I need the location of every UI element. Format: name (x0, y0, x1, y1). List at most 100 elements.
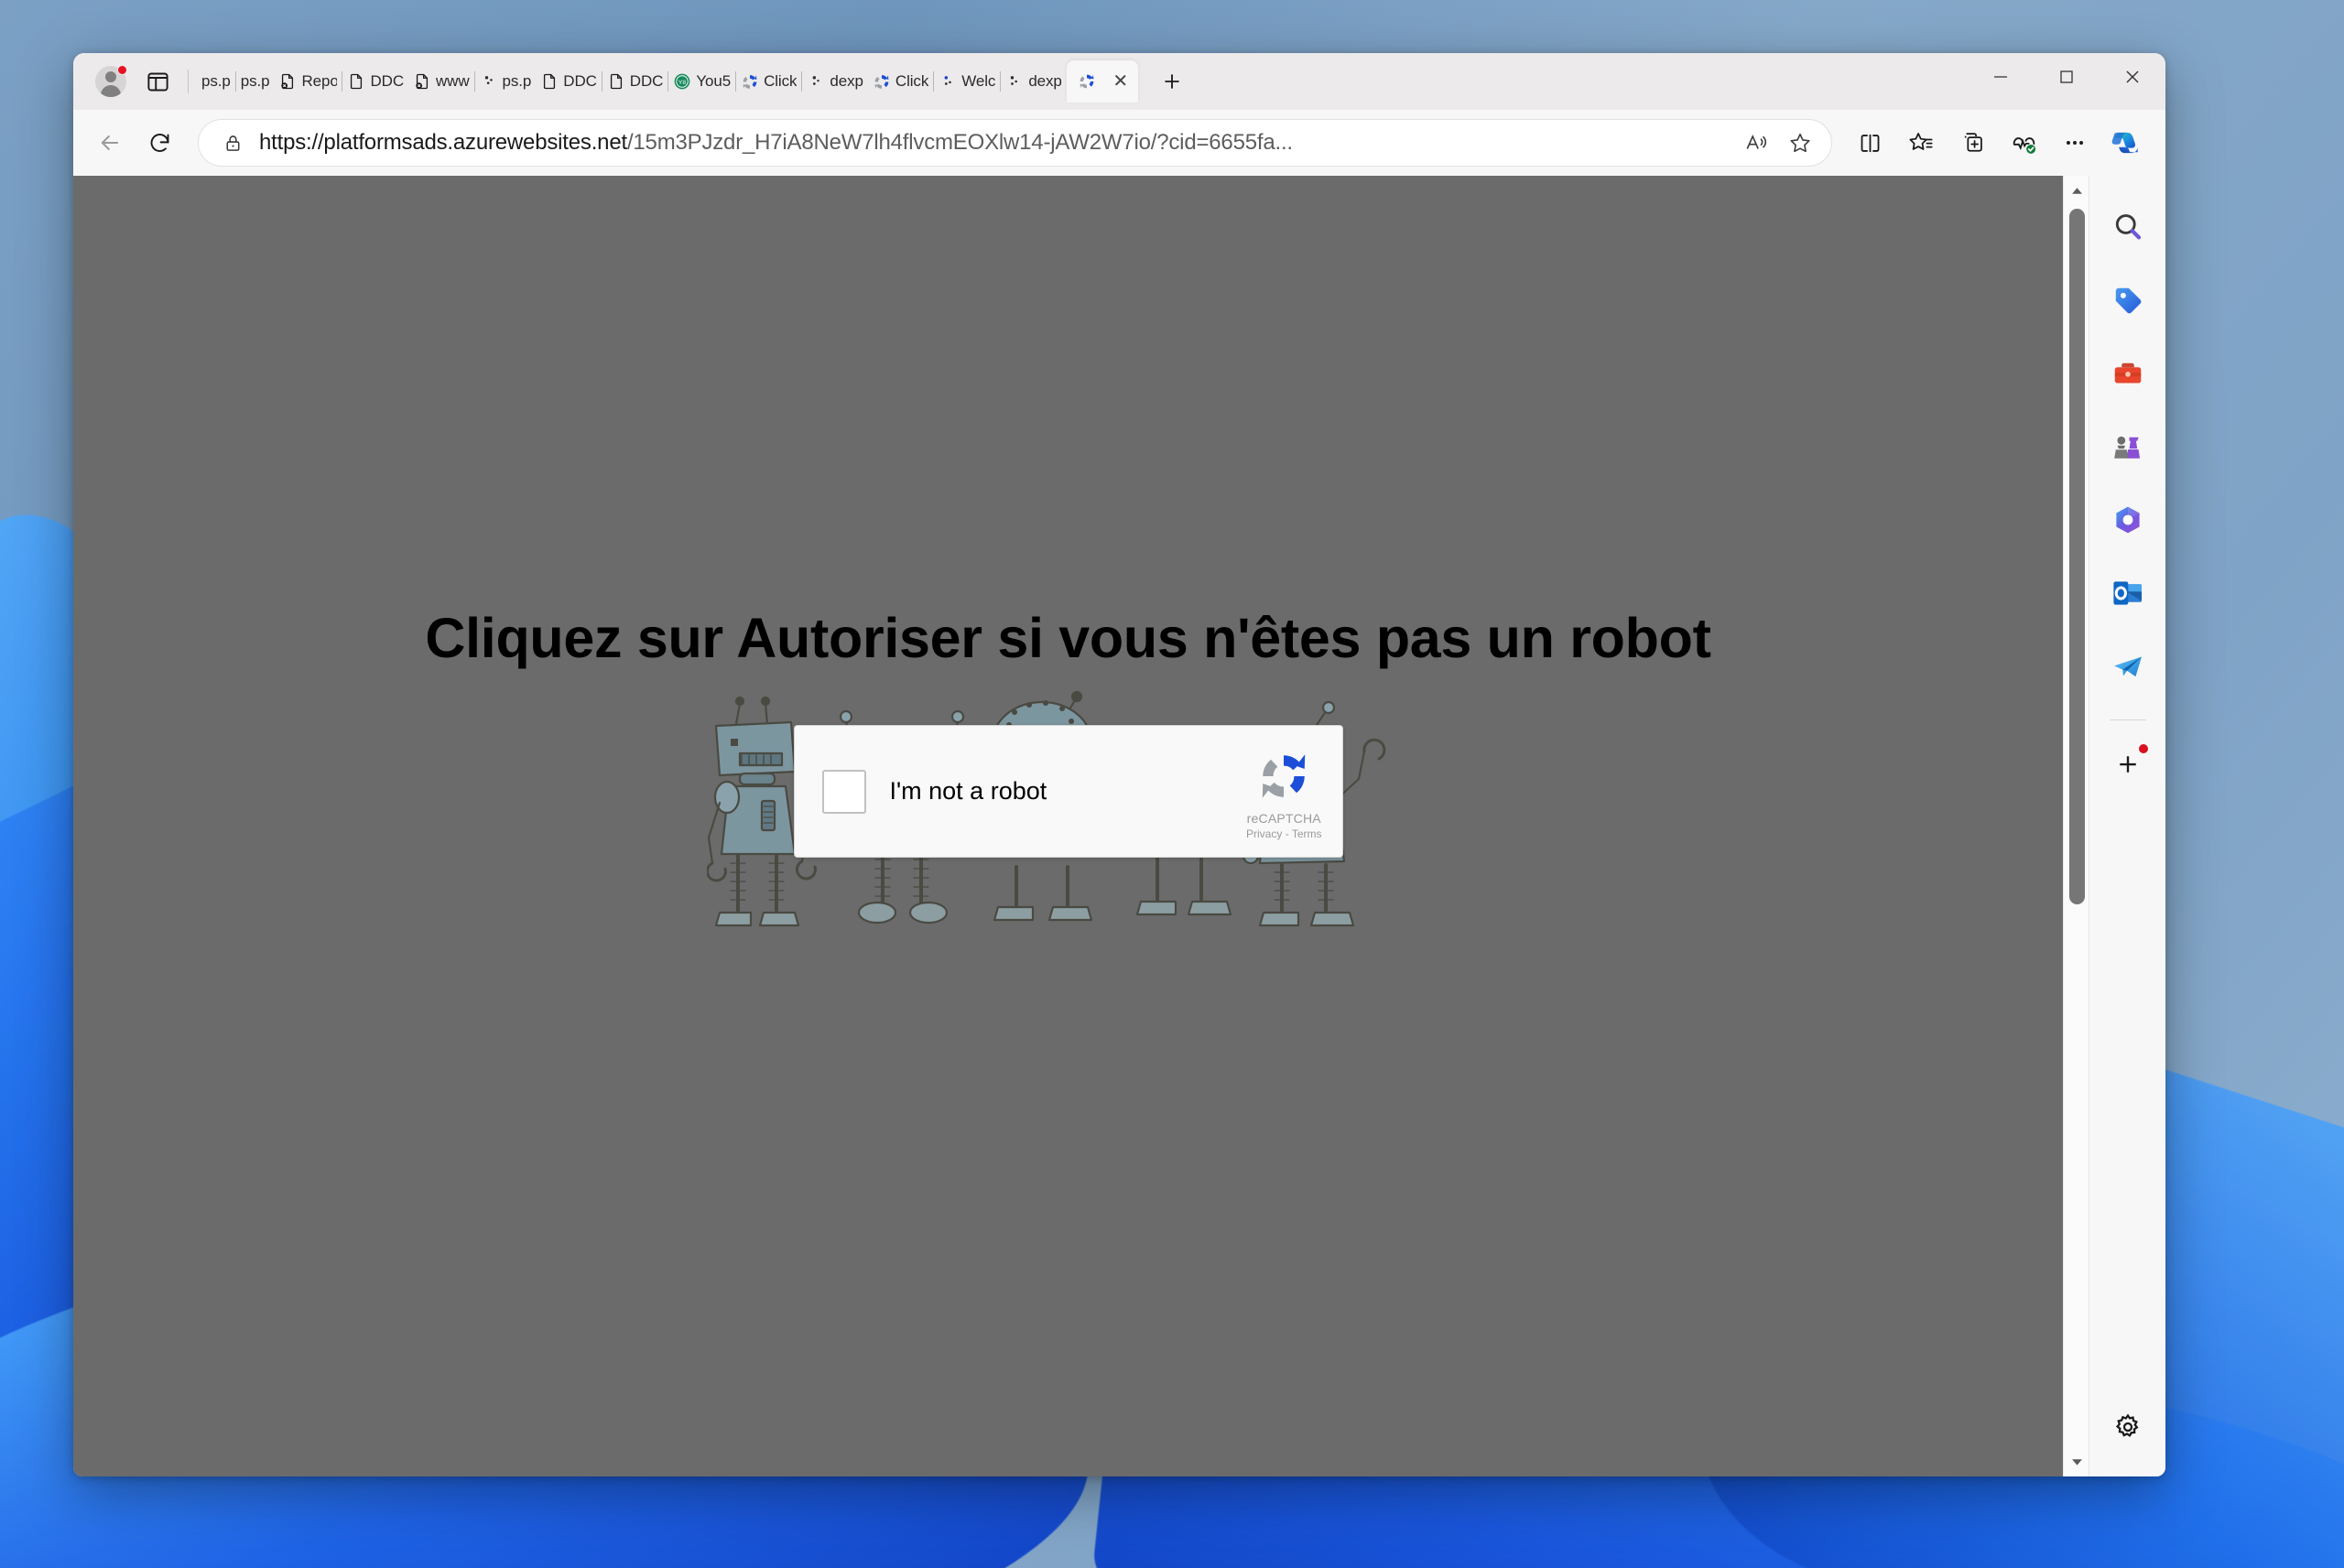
browser-essentials-button[interactable] (1999, 119, 2048, 167)
tab-strip: ps.p ps.p Repo DDC www ps.p DDC DDC Y8 Y… (73, 53, 2165, 110)
settings-and-more-button[interactable] (2050, 119, 2100, 167)
page-scrollbar[interactable] (2063, 176, 2089, 1476)
address-bar[interactable]: https://platformsads.azurewebsites.net/1… (198, 119, 1832, 167)
sidebar-item-outlook[interactable] (2102, 568, 2154, 619)
copilot-button[interactable] (2101, 119, 2151, 167)
minimize-button[interactable] (1968, 53, 2034, 101)
tab-3[interactable]: DDC (342, 60, 408, 103)
browser-toolbar: https://platformsads.azurewebsites.net/1… (73, 110, 2165, 176)
tab-11[interactable]: Click (868, 60, 933, 103)
recaptcha-icon (873, 72, 891, 91)
tab-actions-button[interactable] (136, 60, 179, 103)
recaptcha-widget[interactable]: I'm not a robot reCAPTCHA Privacy - Term… (793, 725, 1343, 858)
recaptcha-logo-icon (1255, 748, 1312, 809)
tab-4[interactable]: www (408, 60, 474, 103)
green-badge-icon: Y8 (673, 72, 691, 91)
recaptcha-checkbox[interactable] (821, 769, 866, 814)
scroll-up-arrow[interactable] (2064, 178, 2089, 203)
edge-sidebar (2089, 176, 2165, 1476)
dots-icon (480, 72, 498, 91)
sidebar-item-telegram[interactable] (2102, 641, 2154, 692)
split-screen-button[interactable] (1845, 119, 1894, 167)
document-error-icon (413, 72, 431, 91)
tab-title: Repo (301, 72, 338, 90)
favorites-button[interactable] (1896, 119, 1946, 167)
profile-notification-badge (117, 65, 127, 75)
profile-button[interactable] (86, 59, 136, 103)
close-tab-button[interactable]: ✕ (1109, 70, 1133, 93)
tab-13[interactable]: dexp (1001, 60, 1066, 103)
sidebar-item-tools[interactable] (2102, 348, 2154, 399)
dots-icon (939, 72, 957, 91)
document-icon (347, 72, 365, 91)
tab-title: Click (895, 72, 929, 90)
tab-title: ps.p (502, 72, 532, 90)
url-path: /15m3PJzdr_H7iA8NeW7lh4flvcmEOXlw14-jAW2… (626, 130, 1293, 155)
tab-title: DDC (370, 72, 404, 90)
terms-link[interactable]: Terms (1292, 827, 1322, 840)
back-button[interactable] (86, 119, 134, 167)
sidebar-customize-button[interactable] (2102, 739, 2154, 790)
sidebar-notification-dot (2138, 744, 2148, 753)
tab-title: dexp (830, 72, 863, 90)
recaptcha-label: I'm not a robot (889, 777, 1047, 805)
tab-title: ps.p (201, 72, 231, 90)
tab-12[interactable]: Welc (934, 60, 1000, 103)
content-area: Cliquez sur Autoriser si vous n'êtes pas… (73, 176, 2165, 1476)
tab-5[interactable]: ps.p (475, 60, 537, 103)
sidebar-divider (2109, 719, 2146, 720)
browser-window: ps.p ps.p Repo DDC www ps.p DDC DDC Y8 Y… (73, 53, 2165, 1476)
read-aloud-icon[interactable] (1734, 123, 1778, 163)
collections-button[interactable] (1948, 119, 1997, 167)
document-error-icon (278, 72, 297, 91)
tab-7[interactable]: DDC (602, 60, 668, 103)
dots-icon (807, 72, 825, 91)
link-separator: - (1285, 827, 1289, 840)
sidebar-item-microsoft365[interactable] (2102, 494, 2154, 546)
scroll-down-arrow[interactable] (2064, 1449, 2089, 1475)
dots-icon (1005, 72, 1024, 91)
sidebar-settings-button[interactable] (2102, 1401, 2154, 1453)
sidebar-item-search[interactable] (2102, 201, 2154, 253)
recaptcha-branding: reCAPTCHA Privacy - Terms (1246, 742, 1322, 840)
sidebar-item-shopping[interactable] (2102, 275, 2154, 326)
recaptcha-legal-links: Privacy - Terms (1246, 827, 1321, 840)
lock-icon (217, 133, 248, 154)
recaptcha-icon (741, 72, 759, 91)
maximize-button[interactable] (2034, 53, 2100, 101)
page-viewport: Cliquez sur Autoriser si vous n'êtes pas… (73, 176, 2063, 1476)
svg-text:Y8: Y8 (678, 80, 686, 86)
tab-title: DDC (563, 72, 597, 90)
tab-2[interactable]: Repo (274, 60, 342, 103)
tab-active[interactable]: ✕ (1066, 60, 1138, 103)
url-host: https://platformsads.azurewebsites.net (259, 130, 627, 155)
new-tab-button[interactable] (1151, 61, 1193, 102)
tab-title: Click (764, 72, 798, 90)
tab-6[interactable]: DDC (536, 60, 602, 103)
document-icon (540, 72, 559, 91)
recaptcha-icon (1078, 72, 1096, 91)
tab-8[interactable]: Y8 You5 (668, 60, 735, 103)
tab-9[interactable]: Click (736, 60, 801, 103)
tab-title: Welc (961, 72, 996, 90)
refresh-button[interactable] (136, 119, 183, 167)
tab-separator (188, 70, 189, 93)
tab-title: dexp (1028, 72, 1062, 90)
page-title: Cliquez sur Autoriser si vous n'êtes pas… (425, 607, 1711, 669)
privacy-link[interactable]: Privacy (1246, 827, 1282, 840)
sidebar-item-games[interactable] (2102, 421, 2154, 472)
scrollbar-thumb[interactable] (2069, 209, 2085, 904)
tab-title: You5 (696, 72, 732, 90)
tab-0[interactable]: ps.p (197, 60, 235, 103)
recaptcha-brand-text: reCAPTCHA (1246, 811, 1321, 826)
url-text: https://platformsads.azurewebsites.net/1… (259, 130, 1734, 156)
document-icon (607, 72, 625, 91)
tab-10[interactable]: dexp (802, 60, 867, 103)
tab-title: ps.p (240, 72, 270, 90)
window-controls (1968, 53, 2165, 101)
add-favorite-icon[interactable] (1778, 123, 1822, 163)
tab-1[interactable]: ps.p (236, 60, 275, 103)
close-window-button[interactable] (2100, 53, 2165, 101)
tab-title: DDC (629, 72, 664, 90)
tab-title: www (436, 72, 470, 90)
